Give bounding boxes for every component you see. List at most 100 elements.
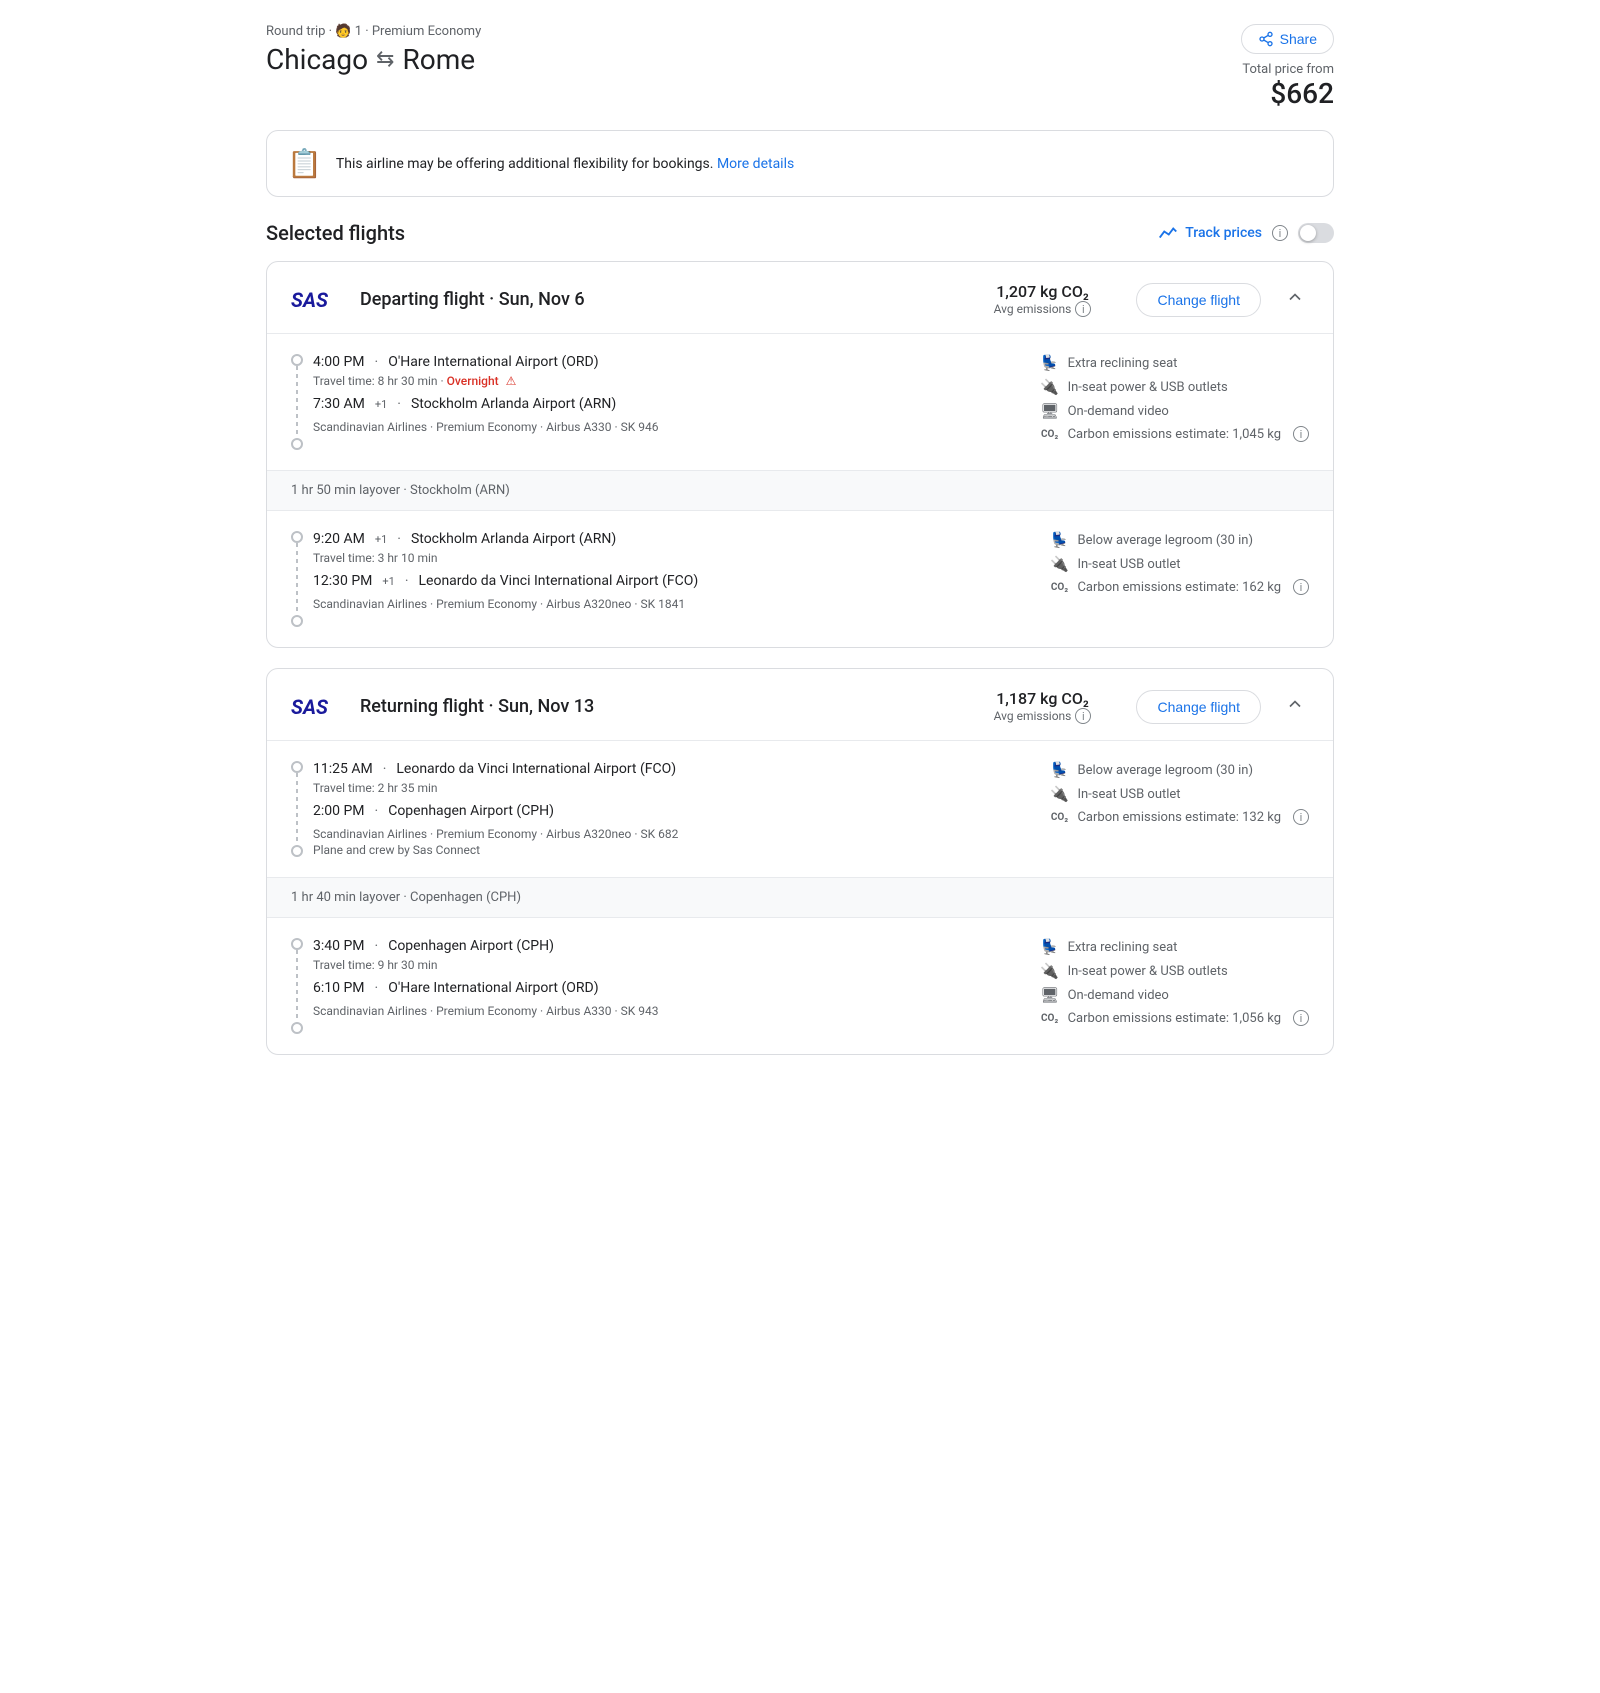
ret-co2-icon2: CO₂ [1040,1013,1060,1024]
co2-info-icon[interactable]: i [1293,426,1309,442]
dep-seg1-depart-time: 4:00 PM [313,354,365,370]
returning-emissions-value: 1,187 kg CO₂ [972,689,1112,708]
dep-seg1-depart-airport: O'Hare International Airport (ORD) [388,354,598,370]
selected-flights-header: Selected flights Track prices i [266,221,1334,245]
dep-seg2-arrive-super: +1 [382,575,394,588]
dep-seg2-arrive-airport: Leonardo da Vinci International Airport … [419,573,699,589]
route-from: Chicago [266,43,368,76]
ret-amenity-video: 🖥 On-demand video [1040,986,1309,1004]
departing-segment1: 4:00 PM · O'Hare International Airport (… [267,333,1333,470]
ret-amenity-co2-seg2: CO₂ Carbon emissions estimate: 1,056 kg … [1040,1010,1309,1026]
dep-seg1-airline-info: Scandinavian Airlines · Premium Economy … [313,420,1015,434]
amenity-usb-dep: 🔌 In-seat USB outlet [1049,555,1309,573]
amenity-extra-recline: 💺 Extra reclining seat [1040,354,1309,372]
ret-chevron-up-icon [1285,694,1305,714]
dep-seg1-arrive-time: 7:30 AM [313,396,365,412]
flexibility-icon: 📋 [287,147,322,180]
departing-collapse-button[interactable] [1281,283,1309,316]
amenity-power: 🔌 In-seat power & USB outlets [1040,378,1309,396]
returning-layover: 1 hr 40 min layover · Copenhagen (CPH) [267,877,1333,918]
dep-seg1-arrive-super: +1 [375,398,387,411]
route-arrow: ⇆ [376,47,394,72]
dep-seg1-travel-time: Travel time: 8 hr 30 min [313,374,438,388]
ret-seg1-airline-info2: Plane and crew by Sas Connect [313,843,1024,857]
amenity-legroom-dep: 💺 Below average legroom (30 in) [1049,531,1309,549]
returning-emissions: 1,187 kg CO₂ Avg emissions i [972,689,1112,724]
returning-flight-header: SAS Returning flight · Sun, Nov 13 1,187… [267,669,1333,740]
co2-icon: CO₂ [1040,429,1060,440]
departing-flight-direction: Departing flight · Sun, Nov 6 [360,289,973,310]
departing-flight-card: SAS Departing flight · Sun, Nov 6 1,207 … [266,261,1334,648]
ret-depart-dot2 [291,938,303,950]
arrive-dot2 [291,615,303,627]
dep-seg2-depart-super: +1 [375,533,387,546]
ret-seg2-depart-time: 3:40 PM [313,938,365,954]
dep-seg2-arrive-time: 12:30 PM [313,573,372,589]
ret-seg1-airline-info: Scandinavian Airlines · Premium Economy … [313,827,1024,841]
ret-seg2-depart-airport: Copenhagen Airport (CPH) [388,938,554,954]
dep-seg2-depart-airport: Stockholm Arlanda Airport (ARN) [411,531,616,547]
returning-collapse-button[interactable] [1281,690,1309,723]
ret-amenity-co2-seg1: CO₂ Carbon emissions estimate: 132 kg i [1049,809,1309,825]
returning-flight-card: SAS Returning flight · Sun, Nov 13 1,187… [266,668,1334,1055]
share-button[interactable]: Share [1241,24,1334,54]
flexibility-text: This airline may be offering additional … [336,156,794,172]
overnight-badge: Overnight [447,374,499,388]
track-icon [1159,225,1177,241]
depart-dot [291,354,303,366]
ret-power-icon: 🔌 [1040,962,1060,980]
amenity-co2-seg1: CO₂ Carbon emissions estimate: 1,045 kg … [1040,426,1309,442]
share-label: Share [1280,31,1317,47]
dep-seg1-arrive-airport: Stockholm Arlanda Airport (ARN) [411,396,616,412]
departing-seg2-amenities: 💺 Below average legroom (30 in) 🔌 In-sea… [1048,511,1333,647]
departing-emissions-value: 1,207 kg CO₂ [972,282,1112,301]
departing-emissions: 1,207 kg CO₂ Avg emissions i [972,282,1112,317]
ret-seg1-travel-time: Travel time: 2 hr 35 min [313,781,438,795]
ret-seg1-depart-airport: Leonardo da Vinci International Airport … [396,761,676,777]
ret-seg2-arrive-airport: O'Hare International Airport (ORD) [388,980,598,996]
track-prices-info[interactable]: i [1272,225,1288,241]
video-icon: 🖥 [1040,402,1060,420]
ret-amenity-legroom: 💺 Below average legroom (30 in) [1049,761,1309,779]
co2-icon2: CO₂ [1049,582,1069,593]
track-prices-label[interactable]: Track prices [1185,225,1262,241]
amenity-video: 🖥 On-demand video [1040,402,1309,420]
chevron-up-icon [1285,287,1305,307]
ret-seg1-arrive-airport: Copenhagen Airport (CPH) [388,803,554,819]
more-details-link[interactable]: More details [717,156,794,172]
departing-layover: 1 hr 50 min layover · Stockholm (ARN) [267,470,1333,511]
departing-seg1-amenities: 💺 Extra reclining seat 🔌 In-seat power &… [1039,334,1333,470]
dep-seg2-depart-time: 9:20 AM [313,531,365,547]
departing-flight-header: SAS Departing flight · Sun, Nov 6 1,207 … [267,262,1333,333]
ret-emissions-info[interactable]: i [1075,708,1091,724]
ret-seg2-travel-time: Travel time: 9 hr 30 min [313,958,438,972]
recline-icon: 💺 [1040,354,1060,372]
ret-seg2-airline-info: Scandinavian Airlines · Premium Economy … [313,1004,1015,1018]
returning-change-flight-button[interactable]: Change flight [1136,690,1261,724]
ret-depart-dot1 [291,761,303,773]
ret-seg1-arrive-time: 2:00 PM [313,803,365,819]
departing-segment2: 9:20 AM +1 · Stockholm Arlanda Airport (… [267,511,1333,647]
returning-emissions-label: Avg emissions i [972,708,1112,724]
price-label: Total price from [1241,62,1334,77]
share-icon [1258,31,1274,47]
returning-segment1: 11:25 AM · Leonardo da Vinci Internation… [267,740,1333,877]
power-icon: 🔌 [1040,378,1060,396]
departing-airline-logo: SAS [291,288,328,312]
ret-seg2-arrive-time: 6:10 PM [313,980,365,996]
ret-arrive-dot1 [291,845,303,857]
co2-info-icon2[interactable]: i [1293,579,1309,595]
route-to: Rome [402,43,475,76]
departing-change-flight-button[interactable]: Change flight [1136,283,1261,317]
ret-amenity-recline: 💺 Extra reclining seat [1040,938,1309,956]
ret-co2-info2[interactable]: i [1293,1010,1309,1026]
amenity-co2-dep-seg2: CO₂ Carbon emissions estimate: 162 kg i [1049,579,1309,595]
ret-co2-info1[interactable]: i [1293,809,1309,825]
track-prices-section: Track prices [1159,225,1262,241]
track-prices-toggle[interactable] [1298,223,1334,243]
trip-meta: Round trip · 🧑 1 · Premium Economy [266,24,481,39]
emissions-info-icon[interactable]: i [1075,301,1091,317]
ret-arrive-dot2 [291,1022,303,1034]
ret-seg1-depart-time: 11:25 AM [313,761,373,777]
returning-seg2-amenities: 💺 Extra reclining seat 🔌 In-seat power &… [1039,918,1333,1054]
